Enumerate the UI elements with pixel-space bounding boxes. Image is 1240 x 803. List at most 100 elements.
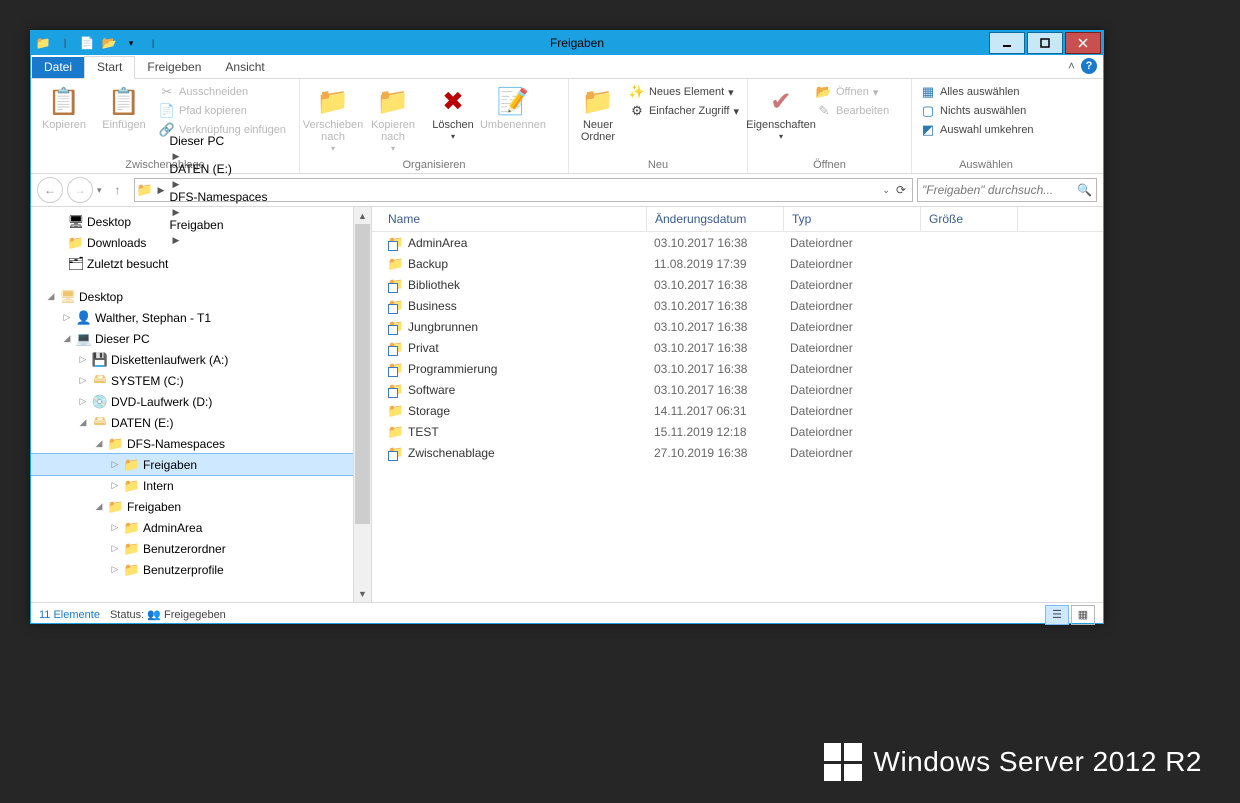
qat-customize-icon[interactable]: ▾: [121, 33, 141, 53]
list-item[interactable]: 📁Programmierung03.10.2017 16:38Dateiordn…: [372, 358, 1103, 379]
breadcrumb-item[interactable]: DFS-Namespaces: [169, 190, 267, 204]
tree-scrollbar[interactable]: ▲ ▼: [353, 207, 371, 602]
new-folder-button[interactable]: 📁Neuer Ordner: [573, 81, 623, 158]
search-input[interactable]: "Freigaben" durchsuch... 🔍: [917, 178, 1097, 202]
list-item[interactable]: 📁Privat03.10.2017 16:38Dateiordner: [372, 337, 1103, 358]
nav-forward-button[interactable]: →: [67, 177, 93, 203]
tree-expand-icon[interactable]: ◢: [93, 501, 105, 512]
tree-item[interactable]: ◢🖴DATEN (E:): [31, 412, 371, 433]
copy-path-button[interactable]: 📄Pfad kopieren: [155, 102, 290, 120]
select-all-button[interactable]: ▦Alles auswählen: [916, 83, 1038, 101]
details-view-button[interactable]: ☰: [1045, 605, 1069, 625]
tree-expand-icon[interactable]: ▷: [77, 396, 89, 407]
folder-icon: 📁: [33, 33, 53, 53]
open-folder-icon[interactable]: 📂: [99, 33, 119, 53]
help-icon[interactable]: ?: [1081, 58, 1097, 74]
tree-expand-icon[interactable]: ▷: [109, 543, 121, 554]
minimize-button[interactable]: [989, 32, 1025, 54]
list-item[interactable]: 📁AdminArea03.10.2017 16:38Dateiordner: [372, 232, 1103, 253]
list-item[interactable]: 📁Bibliothek03.10.2017 16:38Dateiordner: [372, 274, 1103, 295]
tree-expand-icon[interactable]: ▷: [77, 375, 89, 386]
copy-button[interactable]: 📋Kopieren: [35, 81, 93, 158]
tree-expand-icon[interactable]: ▷: [109, 459, 121, 470]
chevron-right-icon[interactable]: ▶: [169, 179, 182, 189]
nav-history-button[interactable]: ▾: [97, 185, 102, 196]
tree-expand-icon[interactable]: ◢: [45, 291, 57, 302]
titlebar[interactable]: 📁 | 📄 📂 ▾ | Freigaben: [31, 31, 1103, 55]
easy-access-button[interactable]: ⚙Einfacher Zugriff ▾: [625, 102, 743, 120]
breadcrumb-item[interactable]: Dieser PC: [169, 134, 267, 148]
invert-selection-button[interactable]: ◩Auswahl umkehren: [916, 121, 1038, 139]
collapse-ribbon-icon[interactable]: ˄: [1068, 59, 1075, 73]
tree-item[interactable]: ▷📁AdminArea: [31, 517, 371, 538]
list-item[interactable]: 📁Jungbrunnen03.10.2017 16:38Dateiordner: [372, 316, 1103, 337]
edit-button[interactable]: ✎Bearbeiten: [812, 102, 893, 120]
new-item-button[interactable]: ✨Neues Element ▾: [625, 83, 743, 101]
move-to-button[interactable]: 📁Verschieben nach▾: [304, 81, 362, 158]
address-bar[interactable]: 📁 ▶ Dieser PC▶DATEN (E:)▶DFS-Namespaces▶…: [134, 178, 913, 202]
select-none-button[interactable]: ▢Nichts auswählen: [916, 102, 1038, 120]
col-size[interactable]: Größe: [921, 207, 1018, 231]
nav-back-button[interactable]: ←: [37, 177, 63, 203]
tree-expand-icon[interactable]: ▷: [109, 480, 121, 491]
address-dropdown-icon[interactable]: ⌄: [882, 185, 890, 196]
tree-item[interactable]: ▷📁Intern: [31, 475, 371, 496]
delete-button[interactable]: ✖Löschen▾: [424, 81, 482, 158]
col-date[interactable]: Änderungsdatum: [647, 207, 784, 231]
list-item[interactable]: 📁Backup11.08.2019 17:39Dateiordner: [372, 253, 1103, 274]
scroll-down-icon[interactable]: ▼: [354, 585, 371, 602]
tree-expand-icon[interactable]: ◢: [93, 438, 105, 449]
tree-expand-icon[interactable]: ▷: [109, 564, 121, 575]
scroll-up-icon[interactable]: ▲: [354, 207, 371, 224]
tree-fav-item[interactable]: 🗂Zuletzt besucht: [31, 253, 371, 274]
tree-fav-item[interactable]: 📁Downloads: [31, 232, 371, 253]
tab-start[interactable]: Start: [84, 56, 135, 79]
tab-file[interactable]: Datei: [32, 57, 84, 78]
close-button[interactable]: [1065, 32, 1101, 54]
paste-button[interactable]: 📋Einfügen: [95, 81, 153, 158]
new-doc-icon[interactable]: 📄: [77, 33, 97, 53]
tree-expand-icon[interactable]: ▷: [109, 522, 121, 533]
tree-expand-icon[interactable]: ▷: [77, 354, 89, 365]
tree-item[interactable]: ▷🖴SYSTEM (C:): [31, 370, 371, 391]
list-item[interactable]: 📁Storage14.11.2017 06:31Dateiordner: [372, 400, 1103, 421]
nav-up-button[interactable]: ↑: [106, 178, 130, 202]
tree-item[interactable]: ◢📁Freigaben: [31, 496, 371, 517]
column-headers[interactable]: Name Änderungsdatum Typ Größe: [372, 207, 1103, 232]
list-item[interactable]: 📁Zwischenablage27.10.2019 16:38Dateiordn…: [372, 442, 1103, 463]
tree-item[interactable]: ▷💾Diskettenlaufwerk (A:): [31, 349, 371, 370]
tab-share[interactable]: Freigeben: [135, 57, 213, 78]
cut-button[interactable]: ✂Ausschneiden: [155, 83, 290, 101]
chevron-right-icon[interactable]: ▶: [169, 151, 182, 161]
file-list[interactable]: Name Änderungsdatum Typ Größe 📁AdminArea…: [372, 207, 1103, 602]
tree-item[interactable]: ▷📁Benutzerprofile: [31, 559, 371, 580]
icons-view-button[interactable]: ▦: [1071, 605, 1095, 625]
breadcrumb-item[interactable]: DATEN (E:): [169, 162, 267, 176]
tree-item[interactable]: ▷📁Benutzerordner: [31, 538, 371, 559]
tab-view[interactable]: Ansicht: [213, 57, 276, 78]
tree-item[interactable]: ◢📁DFS-Namespaces: [31, 433, 371, 454]
tree-item[interactable]: ◢💻Dieser PC: [31, 328, 371, 349]
list-item[interactable]: 📁Business03.10.2017 16:38Dateiordner: [372, 295, 1103, 316]
maximize-button[interactable]: [1027, 32, 1063, 54]
tree-item[interactable]: ◢🖥Desktop: [31, 286, 371, 307]
tree-item[interactable]: ▷💿DVD-Laufwerk (D:): [31, 391, 371, 412]
list-item[interactable]: 📁TEST15.11.2019 12:18Dateiordner: [372, 421, 1103, 442]
tree-item[interactable]: ▷👤Walther, Stephan - T1: [31, 307, 371, 328]
properties-button[interactable]: ✔Eigenschaften▾: [752, 81, 810, 158]
tree-expand-icon[interactable]: ◢: [61, 333, 73, 344]
list-item[interactable]: 📁Software03.10.2017 16:38Dateiordner: [372, 379, 1103, 400]
tree-expand-icon[interactable]: ◢: [77, 417, 89, 428]
open-button[interactable]: 📂Öffnen ▾: [812, 83, 893, 101]
rename-button[interactable]: 📝Umbenennen: [484, 81, 542, 158]
nav-tree[interactable]: 🖥Desktop📁Downloads🗂Zuletzt besucht ◢🖥Des…: [31, 207, 372, 602]
tree-fav-item[interactable]: 🖥Desktop: [31, 211, 371, 232]
tree-expand-icon[interactable]: ▷: [61, 312, 73, 323]
col-name[interactable]: Name: [380, 207, 647, 231]
col-type[interactable]: Typ: [784, 207, 921, 231]
refresh-icon[interactable]: ⟳: [896, 183, 906, 197]
tree-item[interactable]: ▷📁Freigaben: [31, 454, 371, 475]
scroll-thumb[interactable]: [355, 224, 370, 524]
share-status: Freigegeben: [164, 609, 226, 621]
copy-to-button[interactable]: 📁Kopieren nach▾: [364, 81, 422, 158]
